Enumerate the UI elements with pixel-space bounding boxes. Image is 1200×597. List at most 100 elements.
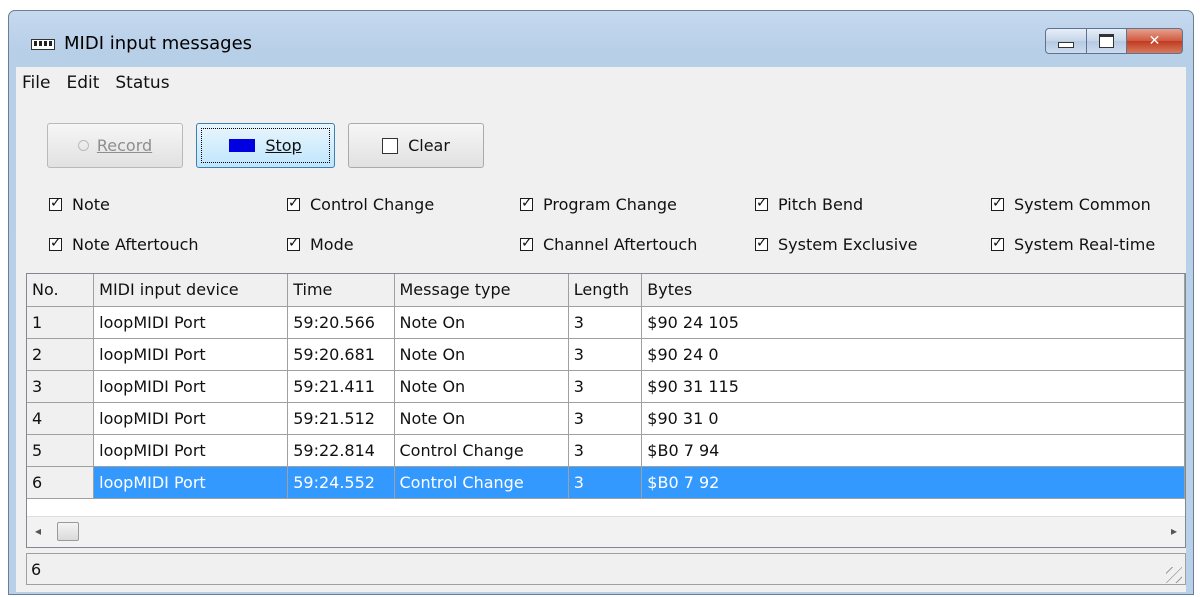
resize-grip-icon[interactable] bbox=[1166, 567, 1182, 583]
focus-rectangle bbox=[201, 128, 330, 163]
table-row[interactable]: 3 loopMIDI Port 59:21.411 Note On 3 $90 … bbox=[27, 370, 1185, 403]
scroll-thumb[interactable] bbox=[57, 522, 79, 541]
row-number: 6 bbox=[27, 466, 95, 499]
close-icon: ✕ bbox=[1148, 33, 1161, 49]
minimize-icon bbox=[1058, 42, 1074, 48]
filter-system-realtime[interactable]: System Real-time bbox=[991, 235, 1155, 254]
row-number: 2 bbox=[27, 338, 95, 371]
row-number: 4 bbox=[27, 402, 95, 435]
close-button[interactable]: ✕ bbox=[1127, 28, 1183, 54]
cell-device: loopMIDI Port bbox=[93, 466, 289, 499]
cell-message-type: Note On bbox=[394, 338, 569, 371]
checkbox-checked-icon[interactable] bbox=[755, 235, 768, 251]
checkbox-checked-icon[interactable] bbox=[755, 195, 768, 211]
cell-message-type: Control Change bbox=[394, 434, 569, 467]
table-row[interactable]: 4 loopMIDI Port 59:21.512 Note On 3 $90 … bbox=[27, 402, 1185, 435]
filter-label: System Common bbox=[1014, 195, 1151, 214]
filter-system-exclusive[interactable]: System Exclusive bbox=[755, 235, 918, 254]
filter-label: Mode bbox=[310, 235, 354, 254]
menu-edit[interactable]: Edit bbox=[62, 73, 109, 93]
table-row[interactable]: 1 loopMIDI Port 59:20.566 Note On 3 $90 … bbox=[27, 306, 1185, 339]
cell-bytes: $B0 7 94 bbox=[641, 434, 1185, 467]
client-area: File Edit Status Record Stop Clear Note … bbox=[16, 67, 1186, 592]
column-header-bytes[interactable]: Bytes bbox=[641, 274, 1185, 307]
header-row: No. MIDI input device Time Message type … bbox=[27, 274, 1185, 307]
clear-label: Clear bbox=[408, 136, 450, 155]
maximize-icon bbox=[1099, 34, 1114, 48]
status-count: 6 bbox=[26, 553, 1186, 585]
cell-bytes: $B0 7 92 bbox=[641, 466, 1185, 499]
status-bar: 6 bbox=[26, 553, 1186, 589]
checkbox-checked-icon[interactable] bbox=[520, 195, 533, 211]
checkbox-checked-icon[interactable] bbox=[520, 235, 533, 251]
cell-length: 3 bbox=[568, 338, 643, 371]
filter-label: Program Change bbox=[543, 195, 677, 214]
checkbox-checked-icon[interactable] bbox=[991, 235, 1004, 251]
filter-program-change[interactable]: Program Change bbox=[520, 195, 677, 214]
column-header-message-type[interactable]: Message type bbox=[394, 274, 569, 307]
clear-button[interactable]: Clear bbox=[348, 123, 484, 168]
record-button[interactable]: Record bbox=[47, 123, 183, 168]
window-controls: ✕ bbox=[1045, 28, 1183, 54]
midi-keyboard-icon bbox=[31, 39, 55, 50]
filter-control-change[interactable]: Control Change bbox=[287, 195, 434, 214]
filter-channel-aftertouch[interactable]: Channel Aftertouch bbox=[520, 235, 697, 254]
menu-status[interactable]: Status bbox=[111, 73, 179, 93]
cell-message-type: Note On bbox=[394, 306, 569, 339]
checkbox-checked-icon[interactable] bbox=[49, 195, 62, 211]
filter-system-common[interactable]: System Common bbox=[991, 195, 1151, 214]
message-table: No. MIDI input device Time Message type … bbox=[27, 274, 1185, 499]
cell-time: 59:20.681 bbox=[287, 338, 395, 371]
row-number: 3 bbox=[27, 370, 95, 403]
cell-time: 59:21.411 bbox=[287, 370, 395, 403]
cell-message-type: Note On bbox=[394, 370, 569, 403]
filter-label: Note bbox=[72, 195, 110, 214]
cell-message-type: Control Change bbox=[394, 466, 569, 499]
menu-file[interactable]: File bbox=[18, 73, 60, 93]
table-row[interactable]: 5 loopMIDI Port 59:22.814 Control Change… bbox=[27, 434, 1185, 467]
horizontal-scrollbar[interactable]: ◂ ▸ bbox=[27, 516, 1185, 547]
cell-message-type: Note On bbox=[394, 402, 569, 435]
cell-device: loopMIDI Port bbox=[93, 402, 289, 435]
table-row[interactable]: 2 loopMIDI Port 59:20.681 Note On 3 $90 … bbox=[27, 338, 1185, 371]
menu-bar: File Edit Status bbox=[16, 67, 1186, 99]
cell-device: loopMIDI Port bbox=[93, 306, 289, 339]
cell-bytes: $90 31 0 bbox=[641, 402, 1185, 435]
filter-pitch-bend[interactable]: Pitch Bend bbox=[755, 195, 863, 214]
message-grid[interactable]: No. MIDI input device Time Message type … bbox=[26, 273, 1186, 548]
checkbox-checked-icon[interactable] bbox=[49, 235, 62, 251]
cell-bytes: $90 24 105 bbox=[641, 306, 1185, 339]
filter-label: Control Change bbox=[310, 195, 435, 214]
column-header-length[interactable]: Length bbox=[568, 274, 643, 307]
checkbox-checked-icon[interactable] bbox=[287, 195, 300, 211]
stop-button[interactable]: Stop bbox=[196, 123, 335, 168]
cell-time: 59:22.814 bbox=[287, 434, 395, 467]
filter-note-aftertouch[interactable]: Note Aftertouch bbox=[49, 235, 199, 254]
table-row-selected[interactable]: 6 loopMIDI Port 59:24.552 Control Change… bbox=[27, 466, 1185, 499]
scroll-left-icon[interactable]: ◂ bbox=[35, 524, 41, 538]
filter-label: Note Aftertouch bbox=[72, 235, 199, 254]
filter-label: Channel Aftertouch bbox=[543, 235, 698, 254]
cell-bytes: $90 24 0 bbox=[641, 338, 1185, 371]
column-header-time[interactable]: Time bbox=[287, 274, 395, 307]
filter-note[interactable]: Note bbox=[49, 195, 110, 214]
column-header-device[interactable]: MIDI input device bbox=[93, 274, 289, 307]
cell-length: 3 bbox=[568, 466, 643, 499]
cell-device: loopMIDI Port bbox=[93, 338, 289, 371]
cell-bytes: $90 31 115 bbox=[641, 370, 1185, 403]
cell-time: 59:20.566 bbox=[287, 306, 395, 339]
filter-mode[interactable]: Mode bbox=[287, 235, 354, 254]
row-number: 5 bbox=[27, 434, 95, 467]
cell-length: 3 bbox=[568, 402, 643, 435]
minimize-button[interactable] bbox=[1045, 28, 1087, 54]
cell-length: 3 bbox=[568, 434, 643, 467]
scroll-right-icon[interactable]: ▸ bbox=[1171, 524, 1177, 538]
checkbox-checked-icon[interactable] bbox=[991, 195, 1004, 211]
filter-label: System Exclusive bbox=[778, 235, 918, 254]
clear-checkbox-icon bbox=[382, 137, 399, 154]
title-bar[interactable]: MIDI input messages ✕ bbox=[9, 11, 1193, 67]
window-title: MIDI input messages bbox=[64, 33, 253, 54]
checkbox-checked-icon[interactable] bbox=[287, 235, 300, 251]
column-header-no[interactable]: No. bbox=[27, 274, 95, 307]
maximize-button[interactable] bbox=[1087, 28, 1127, 54]
